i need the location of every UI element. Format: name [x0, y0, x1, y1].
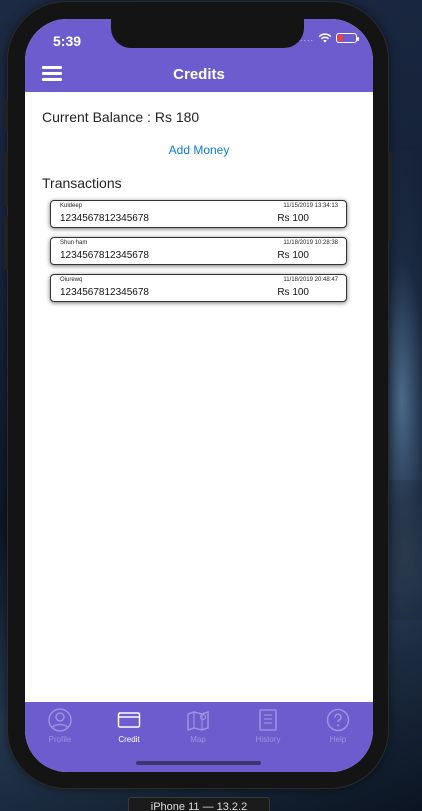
transaction-name: Oiurewq	[60, 277, 83, 283]
tab-history-label: History	[255, 735, 281, 744]
transaction-datetime: 11/15/2019 13:34:13	[283, 203, 338, 209]
transaction-amount: Rs 100	[277, 287, 309, 298]
iphone-simulator-frame: 5:39 .... Credits Current Balance : Rs 1…	[4, 2, 392, 788]
tab-map-label: Map	[190, 735, 206, 744]
tab-credit[interactable]: Credit	[104, 708, 154, 744]
add-money-button[interactable]: Add Money	[25, 143, 373, 157]
transaction-name: Kuldeep	[60, 203, 83, 209]
transaction-card[interactable]: Kuldeep 1234567812345678 11/15/2019 13:3…	[50, 200, 347, 228]
camera-notch	[111, 19, 304, 48]
current-balance-label: Current Balance : Rs 180	[42, 109, 200, 125]
silent-switch	[4, 100, 8, 130]
map-icon	[187, 710, 209, 732]
tab-help-label: Help	[329, 735, 347, 744]
tab-help[interactable]: Help	[313, 708, 363, 744]
tab-profile-label: Profile	[48, 735, 72, 744]
transaction-card-number: 1234567812345678	[60, 250, 149, 261]
tab-profile[interactable]: Profile	[35, 708, 85, 744]
transaction-card[interactable]: Oiurewq 1234567812345678 11/18/2019 20:4…	[50, 274, 347, 302]
volume-up-button	[4, 152, 8, 207]
volume-down-button	[4, 215, 8, 270]
transaction-datetime: 11/18/2019 20:48:47	[283, 277, 338, 283]
history-icon	[259, 709, 277, 731]
transaction-card[interactable]: Shun ham 1234567812345678 11/18/2019 10:…	[50, 237, 347, 265]
status-time: 5:39	[53, 33, 82, 49]
transactions-heading: Transactions	[42, 175, 122, 191]
wifi-icon	[318, 33, 332, 43]
tab-history[interactable]: History	[243, 708, 293, 744]
simulator-device-label: iPhone 11 — 13.2.2	[128, 797, 270, 811]
tab-bar: Profile Credit Map History Help	[25, 702, 373, 772]
tab-map[interactable]: Map	[173, 708, 223, 744]
credit-card-icon	[117, 712, 141, 728]
home-indicator	[136, 761, 261, 765]
transaction-card-number: 1234567812345678	[60, 213, 149, 224]
app-screen: 5:39 .... Credits Current Balance : Rs 1…	[25, 19, 373, 772]
status-indicators: ....	[299, 33, 359, 43]
tab-credit-label: Credit	[118, 735, 140, 744]
transaction-amount: Rs 100	[277, 213, 309, 224]
transaction-card-number: 1234567812345678	[60, 287, 149, 298]
help-icon	[326, 708, 350, 732]
transaction-amount: Rs 100	[277, 250, 309, 261]
battery-icon	[336, 33, 359, 43]
profile-icon	[48, 708, 72, 732]
transaction-datetime: 11/18/2019 10:28:38	[283, 240, 338, 246]
transaction-name: Shun ham	[60, 240, 88, 246]
page-title: Credits	[173, 66, 225, 83]
power-button	[388, 152, 392, 242]
navigation-bar: 5:39 .... Credits	[25, 19, 373, 92]
signal-icon: ....	[299, 33, 314, 43]
